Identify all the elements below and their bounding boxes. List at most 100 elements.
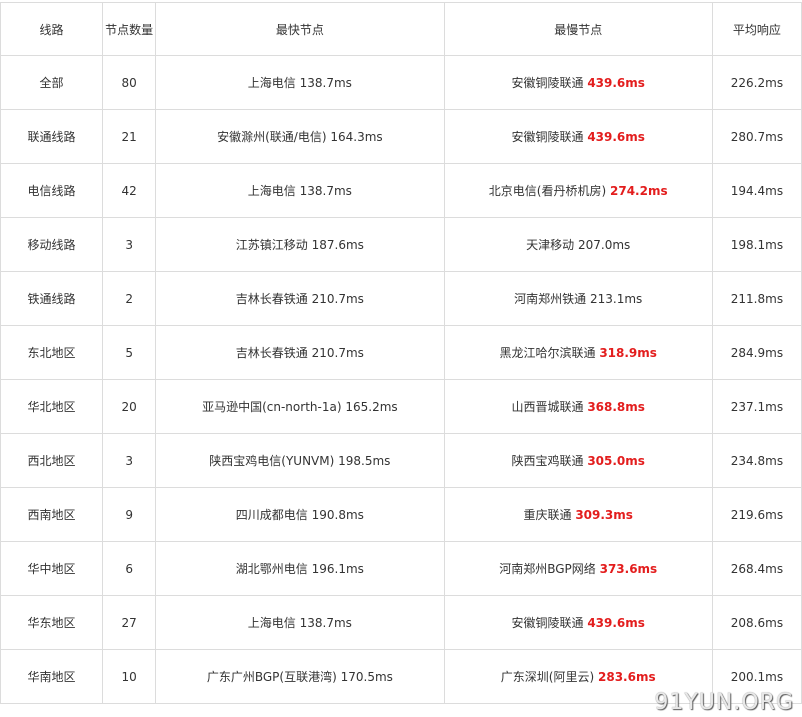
slowest-cell: 安徽铜陵联通 439.6ms: [443, 595, 713, 650]
fastest-cell: 安徽滁州(联通/电信) 164.3ms: [155, 109, 445, 164]
fastest-node-name: 江苏镇江移动: [235, 238, 308, 252]
slowest-cell: 陕西宝鸡联通 305.0ms: [443, 433, 713, 488]
slowest-cell: 安徽铜陵联通 439.6ms: [443, 55, 713, 110]
slowest-node-name: 广东深圳(阿里云): [500, 670, 595, 684]
fastest-node-ms: 187.6ms: [311, 238, 364, 252]
slowest-cell: 重庆联通 309.3ms: [443, 487, 713, 542]
route-cell: 全部: [0, 55, 104, 110]
slowest-node-ms: 439.6ms: [587, 616, 645, 630]
count-cell: 3: [102, 433, 157, 488]
route-cell: 西北地区: [0, 433, 104, 488]
table-header-row: 线路 节点数量 最快节点 最慢节点 平均响应: [0, 2, 802, 56]
slowest-node-ms: 274.2ms: [610, 184, 668, 198]
average-cell: 219.6ms: [711, 487, 802, 542]
fastest-node-name: 吉林长春铁通: [235, 292, 308, 306]
slowest-node-name: 安徽铜陵联通: [511, 130, 584, 144]
fastest-node-ms: 138.7ms: [299, 76, 352, 90]
count-cell: 6: [102, 541, 157, 596]
slowest-node-name: 河南郑州BGP网络: [499, 562, 596, 576]
table-row: 联通线路 21 安徽滁州(联通/电信) 164.3ms 安徽铜陵联通 439.6ms 2…: [0, 109, 802, 164]
fastest-cell: 上海电信 138.7ms: [155, 55, 445, 110]
slowest-node-name: 山西晋城联通: [511, 400, 584, 414]
fastest-cell: 吉林长春铁通 210.7ms: [155, 325, 445, 380]
average-cell: 208.6ms: [711, 595, 802, 650]
fastest-node-name: 四川成都电信: [235, 508, 308, 522]
slowest-node-name: 重庆联通: [523, 508, 572, 522]
table-body: 全部 80 上海电信 138.7ms 安徽铜陵联通 439.6ms 226.2ms 联通线…: [0, 55, 802, 704]
fastest-node-ms: 170.5ms: [340, 670, 393, 684]
average-cell: 237.1ms: [711, 379, 802, 434]
route-cell: 铁通线路: [0, 271, 104, 326]
fastest-cell: 陕西宝鸡电信(YUNVM) 198.5ms: [155, 433, 445, 488]
table-row: 电信线路 42 上海电信 138.7ms 北京电信(看丹桥机房) 274.2ms 194…: [0, 163, 802, 218]
header-count: 节点数量: [102, 2, 157, 56]
fastest-cell: 湖北鄂州电信 196.1ms: [155, 541, 445, 596]
fastest-cell: 吉林长春铁通 210.7ms: [155, 271, 445, 326]
average-cell: 268.4ms: [711, 541, 802, 596]
fastest-node-name: 广东广州BGP(互联港湾): [206, 670, 337, 684]
fastest-node-ms: 198.5ms: [338, 454, 391, 468]
count-cell: 5: [102, 325, 157, 380]
header-average: 平均响应: [711, 2, 802, 56]
count-cell: 10: [102, 649, 157, 704]
route-cell: 华南地区: [0, 649, 104, 704]
slowest-node-ms: 439.6ms: [587, 130, 645, 144]
fastest-node-ms: 164.3ms: [330, 130, 383, 144]
slowest-cell: 黑龙江哈尔滨联通 318.9ms: [443, 325, 713, 380]
count-cell: 2: [102, 271, 157, 326]
slowest-node-ms: 207.0ms: [577, 238, 631, 252]
latency-table: 线路 节点数量 最快节点 最慢节点 平均响应 全部 80 上海电信 138.7ms 安…: [0, 2, 802, 704]
slowest-cell: 河南郑州铁通 213.1ms: [443, 271, 713, 326]
slowest-node-name: 天津移动: [526, 238, 575, 252]
fastest-node-ms: 196.1ms: [311, 562, 364, 576]
average-cell: 198.1ms: [711, 217, 802, 272]
count-cell: 42: [102, 163, 157, 218]
fastest-node-name: 安徽滁州(联通/电信): [217, 130, 327, 144]
fastest-cell: 亚马逊中国(cn-north-1a) 165.2ms: [155, 379, 445, 434]
average-cell: 280.7ms: [711, 109, 802, 164]
fastest-node-name: 湖北鄂州电信: [235, 562, 308, 576]
slowest-node-name: 河南郑州铁通: [514, 292, 587, 306]
slowest-cell: 北京电信(看丹桥机房) 274.2ms: [443, 163, 713, 218]
slowest-cell: 河南郑州BGP网络 373.6ms: [443, 541, 713, 596]
header-slowest: 最慢节点: [443, 2, 713, 56]
fastest-node-ms: 190.8ms: [311, 508, 364, 522]
slowest-node-ms: 213.1ms: [589, 292, 643, 306]
route-cell: 移动线路: [0, 217, 104, 272]
route-cell: 联通线路: [0, 109, 104, 164]
slowest-node-name: 安徽铜陵联通: [511, 76, 584, 90]
table-row: 移动线路 3 江苏镇江移动 187.6ms 天津移动 207.0ms 198.1ms: [0, 217, 802, 272]
slowest-cell: 安徽铜陵联通 439.6ms: [443, 109, 713, 164]
fastest-cell: 江苏镇江移动 187.6ms: [155, 217, 445, 272]
fastest-node-ms: 210.7ms: [311, 346, 364, 360]
table-row: 东北地区 5 吉林长春铁通 210.7ms 黑龙江哈尔滨联通 318.9ms 284.9…: [0, 325, 802, 380]
slowest-node-ms: 309.3ms: [575, 508, 633, 522]
slowest-cell: 天津移动 207.0ms: [443, 217, 713, 272]
table-row: 华东地区 27 上海电信 138.7ms 安徽铜陵联通 439.6ms 208.6ms: [0, 595, 802, 650]
fastest-node-name: 陕西宝鸡电信(YUNVM): [209, 454, 335, 468]
slowest-node-ms: 305.0ms: [587, 454, 645, 468]
slowest-node-name: 安徽铜陵联通: [511, 616, 584, 630]
fastest-cell: 上海电信 138.7ms: [155, 595, 445, 650]
fastest-node-name: 上海电信: [247, 184, 296, 198]
fastest-node-name: 亚马逊中国(cn-north-1a): [202, 400, 342, 414]
fastest-node-ms: 165.2ms: [345, 400, 398, 414]
route-cell: 东北地区: [0, 325, 104, 380]
count-cell: 3: [102, 217, 157, 272]
table-row: 华北地区 20 亚马逊中国(cn-north-1a) 165.2ms 山西晋城联通 3…: [0, 379, 802, 434]
slowest-node-name: 黑龙江哈尔滨联通: [499, 346, 596, 360]
average-cell: 211.8ms: [711, 271, 802, 326]
fastest-cell: 上海电信 138.7ms: [155, 163, 445, 218]
header-route: 线路: [0, 2, 104, 56]
table-row: 铁通线路 2 吉林长春铁通 210.7ms 河南郑州铁通 213.1ms 211.8ms: [0, 271, 802, 326]
count-cell: 20: [102, 379, 157, 434]
fastest-node-ms: 210.7ms: [311, 292, 364, 306]
route-cell: 电信线路: [0, 163, 104, 218]
average-cell: 194.4ms: [711, 163, 802, 218]
slowest-node-ms: 373.6ms: [599, 562, 658, 576]
slowest-node-ms: 283.6ms: [598, 670, 656, 684]
fastest-node-name: 上海电信: [247, 616, 296, 630]
slowest-node-ms: 368.8ms: [587, 400, 645, 414]
table-row: 华中地区 6 湖北鄂州电信 196.1ms 河南郑州BGP网络 373.6ms 268.…: [0, 541, 802, 596]
fastest-cell: 广东广州BGP(互联港湾) 170.5ms: [155, 649, 445, 704]
